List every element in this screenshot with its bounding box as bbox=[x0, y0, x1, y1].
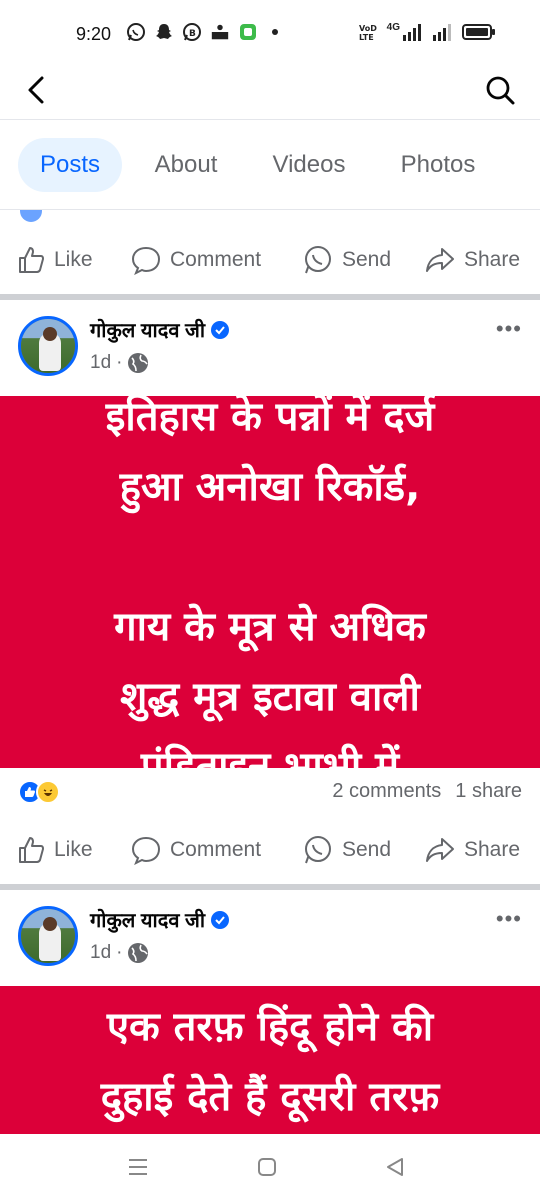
tab-videos[interactable]: Videos bbox=[258, 138, 360, 192]
more-options-button[interactable]: ••• bbox=[496, 906, 522, 932]
share-button[interactable]: Share bbox=[424, 245, 520, 275]
search-icon bbox=[486, 76, 515, 105]
app-icon bbox=[238, 22, 258, 42]
chevron-left-icon bbox=[28, 76, 44, 104]
tab-about[interactable]: About bbox=[140, 138, 232, 192]
like-button[interactable]: Like bbox=[16, 835, 93, 865]
status-time: 9:20 bbox=[76, 24, 112, 44]
profile-tabs: Posts About Videos Photos bbox=[0, 122, 540, 210]
news-app-icon bbox=[210, 22, 230, 42]
post-meta: 1d · bbox=[90, 352, 149, 374]
share-label: Share bbox=[464, 838, 521, 861]
send-button[interactable]: Send bbox=[302, 244, 391, 276]
avatar[interactable] bbox=[18, 906, 78, 966]
shares-count[interactable]: 1 share bbox=[455, 780, 522, 803]
send-button[interactable]: Send bbox=[302, 834, 391, 866]
post-image-line: गाय के मूत्र से अधिक bbox=[114, 604, 426, 650]
post-meta: 1d · bbox=[90, 942, 149, 964]
system-nav-bar bbox=[0, 1134, 540, 1200]
reaction-icons[interactable] bbox=[18, 780, 60, 804]
globe-icon bbox=[128, 353, 149, 373]
post-image-line: हुआ अनोखा रिकॉर्ड, bbox=[119, 464, 421, 510]
send-label: Send bbox=[342, 248, 392, 271]
comment-icon bbox=[131, 836, 161, 865]
status-left-icons: B bbox=[126, 22, 278, 42]
battery-icon bbox=[462, 22, 496, 47]
svg-text:B: B bbox=[189, 29, 196, 39]
more-options-button[interactable]: ••• bbox=[496, 316, 522, 342]
network-type: 4G bbox=[386, 22, 400, 33]
whatsapp-icon bbox=[126, 22, 146, 42]
back-triangle-icon[interactable] bbox=[384, 1156, 406, 1183]
comment-label: Comment bbox=[170, 248, 262, 271]
status-bar: 9:20 B VoD LTE 4G bbox=[0, 0, 540, 62]
avatar[interactable] bbox=[18, 316, 78, 376]
author-name: गोकुल यादव जी bbox=[90, 910, 206, 932]
svg-text:LTE: LTE bbox=[359, 33, 374, 42]
send-label: Send bbox=[342, 838, 392, 861]
author-name: गोकुल यादव जी bbox=[90, 320, 206, 342]
home-icon[interactable] bbox=[256, 1156, 278, 1183]
previous-post-fragment bbox=[0, 210, 540, 224]
back-button[interactable] bbox=[18, 70, 54, 110]
verified-badge-icon bbox=[211, 910, 230, 929]
whatsapp-business-icon: B bbox=[182, 22, 202, 42]
comments-count[interactable]: 2 comments bbox=[332, 780, 441, 803]
post-image-line: शुद्ध मूत्र इटावा वाली bbox=[120, 674, 420, 720]
tab-photos[interactable]: Photos bbox=[386, 138, 490, 192]
comment-button[interactable]: Comment bbox=[130, 245, 261, 275]
post-image-line: पंडिताइन भाभी में bbox=[140, 744, 400, 768]
post-header: गोकुल यादव जी 1d · ••• bbox=[0, 300, 540, 390]
like-label: Like bbox=[54, 838, 93, 861]
share-icon bbox=[426, 248, 454, 272]
verified-badge-icon bbox=[211, 320, 230, 339]
notification-dot-icon bbox=[272, 29, 278, 35]
like-icon bbox=[19, 837, 44, 863]
post-image-line: इतिहास के पन्नों में दर्ज bbox=[105, 396, 435, 440]
signal-icon-2 bbox=[432, 22, 454, 47]
meta-dot: · bbox=[116, 352, 123, 373]
svg-text:VoD: VoD bbox=[359, 24, 377, 33]
whatsapp-send-icon bbox=[305, 246, 331, 274]
engagement-counts: 2 comments 1 share bbox=[332, 780, 522, 803]
post-reactions: 2 comments 1 share bbox=[0, 768, 540, 818]
whatsapp-send-icon bbox=[305, 836, 331, 864]
search-button[interactable] bbox=[480, 70, 520, 110]
post-image-line: एक तरफ़ हिंदू होने की bbox=[106, 1004, 434, 1050]
comment-label: Comment bbox=[170, 838, 262, 861]
post-image-text: इतिहास के पन्नों में दर्ज हुआ अनोखा रिकॉ… bbox=[0, 396, 540, 768]
post-actions: Like Comment Send Share bbox=[0, 814, 540, 886]
post-image[interactable]: एक तरफ़ हिंदू होने की दुहाई देते हैं दूस… bbox=[0, 986, 540, 1134]
post-image[interactable]: इतिहास के पन्नों में दर्ज हुआ अनोखा रिकॉ… bbox=[0, 396, 540, 768]
post-image-line: दुहाई देते हैं दूसरी तरफ़ bbox=[100, 1074, 440, 1120]
comment-button[interactable]: Comment bbox=[130, 835, 261, 865]
menu-icon[interactable] bbox=[126, 1156, 150, 1183]
like-button[interactable]: Like bbox=[16, 245, 93, 275]
post-header: गोकुल यादव जी 1d · ••• bbox=[0, 890, 540, 980]
volte-icon: VoD LTE bbox=[359, 22, 379, 47]
like-label: Like bbox=[54, 248, 93, 271]
comment-icon bbox=[131, 246, 161, 275]
post-image-line bbox=[0, 522, 540, 592]
signal-icon bbox=[402, 22, 424, 47]
meta-dot: · bbox=[116, 942, 123, 963]
post-time: 1d bbox=[90, 352, 112, 373]
post-actions: Like Comment Send Share bbox=[0, 224, 540, 296]
post-time: 1d bbox=[90, 942, 112, 963]
like-icon bbox=[19, 247, 44, 273]
share-icon bbox=[426, 838, 454, 862]
status-right-icons: VoD LTE 4G bbox=[359, 22, 496, 47]
haha-reaction-icon bbox=[36, 780, 60, 804]
post-image-text: एक तरफ़ हिंदू होने की दुहाई देते हैं दूस… bbox=[0, 992, 540, 1132]
snapchat-icon bbox=[154, 22, 174, 42]
share-button[interactable]: Share bbox=[424, 835, 520, 865]
globe-icon bbox=[128, 943, 149, 963]
tab-posts[interactable]: Posts bbox=[18, 138, 122, 192]
top-bar bbox=[0, 62, 540, 120]
post-author[interactable]: गोकुल यादव जी bbox=[90, 316, 230, 343]
post-author[interactable]: गोकुल यादव जी bbox=[90, 906, 230, 933]
share-label: Share bbox=[464, 248, 521, 271]
